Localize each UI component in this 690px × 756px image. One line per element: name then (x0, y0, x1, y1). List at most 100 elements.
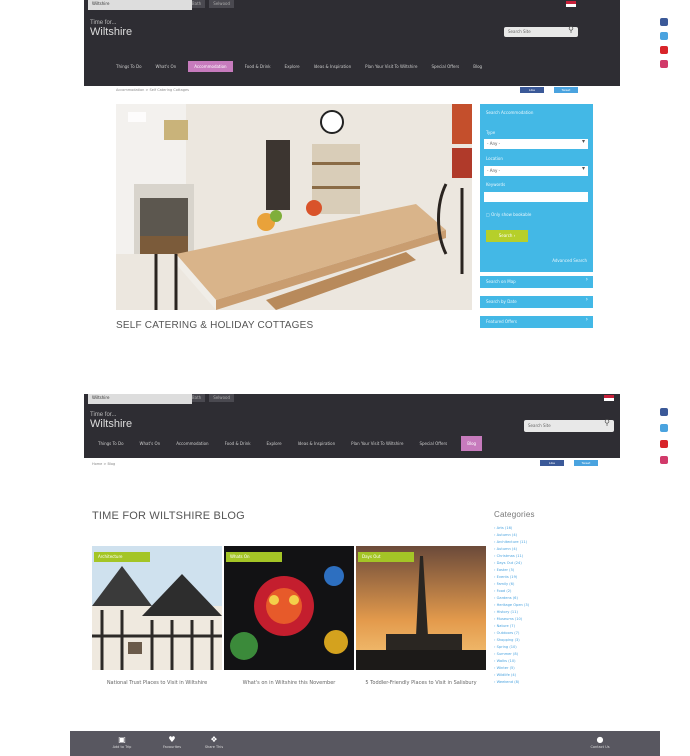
blog-card-image (356, 546, 486, 670)
blog-card-title[interactable]: National Trust Places to Visit in Wiltsh… (92, 680, 222, 687)
site-tab[interactable]: Wiltshire (88, 0, 192, 10)
share-button[interactable]: ❖ Share This (194, 735, 234, 749)
blog-card[interactable]: Whats On (224, 546, 354, 670)
youtube-icon[interactable] (660, 440, 668, 448)
category-link[interactable]: › Days Out (24) (494, 560, 594, 567)
kitchen-photo (116, 104, 472, 310)
facebook-icon[interactable] (660, 18, 668, 26)
tweet-button[interactable]: Tweet (554, 87, 578, 93)
youtube-icon[interactable] (660, 46, 668, 54)
add-to-trip-button[interactable]: ▣ Add to Trip (102, 735, 142, 749)
social-buttons: Like Tweet (520, 87, 578, 93)
tweet-button[interactable]: Tweet (574, 460, 598, 466)
search-icon[interactable]: ⚲ (568, 26, 574, 34)
chevron-right-icon: › (585, 276, 588, 283)
like-button[interactable]: Like (540, 460, 564, 466)
accordion-date[interactable]: Search by Date › (480, 296, 593, 308)
nav-item[interactable]: Food & Drink (223, 438, 253, 449)
search-button[interactable]: Search › (486, 230, 528, 242)
nav-item[interactable]: Things To Do (96, 438, 126, 449)
nav-item[interactable]: Ideas & Inspiration (312, 61, 354, 72)
category-link[interactable]: › Nature (7) (494, 623, 594, 630)
nav-item[interactable]: Things To Do (114, 61, 144, 72)
category-link[interactable]: › Food (2) (494, 588, 594, 595)
location-select[interactable]: - Any - ▾ (484, 166, 588, 176)
category-tag[interactable]: Days Out (358, 552, 414, 562)
nav-item[interactable]: What's On (138, 438, 163, 449)
search-input[interactable]: Search Site ⚲ (504, 26, 578, 37)
category-link[interactable]: › Weekend (8) (494, 679, 594, 686)
nav-item[interactable]: What's On (154, 61, 179, 72)
breadcrumb[interactable]: Home > Blog (92, 462, 115, 466)
category-link[interactable]: › Shopping (3) (494, 637, 594, 644)
favourites-button[interactable]: ♥ Favourites (152, 735, 192, 749)
instagram-icon[interactable] (660, 456, 668, 464)
search-input[interactable]: Search Site ⚲ (524, 419, 614, 432)
accordion-map[interactable]: Search on Map › (480, 276, 593, 288)
site-logo[interactable]: Time for... Wiltshire (90, 412, 132, 430)
category-link[interactable]: › Spring (10) (494, 644, 594, 651)
categories-list: › Arts (16) › Autumn (4) › Architecture (1… (494, 525, 594, 686)
category-tag[interactable]: Architecture (94, 552, 150, 562)
language-flag-icon[interactable] (604, 395, 614, 401)
blog-card[interactable]: Days Out (356, 546, 486, 670)
nav-item[interactable]: Blog (471, 61, 484, 72)
category-link[interactable]: › Autumn (4) (494, 546, 594, 553)
site-logo[interactable]: Time for... Wiltshire (90, 20, 132, 38)
advanced-search-link[interactable]: Advanced Search (552, 258, 587, 263)
nav-item[interactable]: Plan Your Visit To Wiltshire (363, 61, 419, 72)
contact-button[interactable]: ● Contact Us (580, 735, 620, 749)
type-select[interactable]: - Any - ▾ (484, 139, 588, 149)
category-link[interactable]: › Events (19) (494, 574, 594, 581)
footer-toolbar: ▣ Add to Trip ♥ Favourites ❖ Share This ● Co… (70, 731, 660, 756)
like-button[interactable]: Like (520, 87, 544, 93)
category-link[interactable]: › Summer (8) (494, 651, 594, 658)
category-link[interactable]: › Outdoors (7) (494, 630, 594, 637)
site-tab[interactable]: Selwood (209, 0, 235, 8)
category-link[interactable]: › Christmas (11) (494, 553, 594, 560)
category-link[interactable]: › Museums (10) (494, 616, 594, 623)
twitter-icon[interactable] (660, 32, 668, 40)
category-link[interactable]: › Architecture (11) (494, 539, 594, 546)
category-link[interactable]: › Walks (10) (494, 658, 594, 665)
category-link[interactable]: › Easter (5) (494, 567, 594, 574)
facebook-icon[interactable] (660, 408, 668, 416)
nav-item-active[interactable]: Accommodation (188, 60, 233, 72)
category-link[interactable]: › Heritage Open (3) (494, 602, 594, 609)
location-label: Location (486, 156, 503, 161)
nav-item[interactable]: Ideas & Inspiration (296, 438, 338, 449)
category-link[interactable]: › Family (6) (494, 581, 594, 588)
search-icon[interactable]: ⚲ (604, 419, 610, 427)
nav-item-active[interactable]: Blog (461, 435, 483, 451)
site-tab[interactable]: Wiltshire (88, 394, 192, 404)
category-link[interactable]: › History (11) (494, 609, 594, 616)
twitter-icon[interactable] (660, 424, 668, 432)
nav-item[interactable]: Special Offers (417, 438, 449, 449)
hero-image (116, 104, 472, 310)
blog-card-image (92, 546, 222, 670)
site-tab[interactable]: Selwood (209, 394, 235, 402)
keywords-input[interactable] (484, 192, 588, 202)
bookable-checkbox[interactable]: □ Only show bookable (486, 212, 531, 217)
nav-item[interactable]: Explore (265, 438, 284, 449)
category-link[interactable]: › Gardens (6) (494, 595, 594, 602)
nav-item[interactable]: Plan Your Visit To Wiltshire (349, 438, 405, 449)
blog-card-title[interactable]: 5 Toddler-Friendly Places to Visit in Sa… (356, 680, 486, 687)
accordion-offers[interactable]: Featured Offers › (480, 316, 593, 328)
nav-item[interactable]: Explore (283, 61, 302, 72)
blog-card-title[interactable]: What's on in Wiltshire this November (224, 680, 354, 687)
category-link[interactable]: › Autumn (4) (494, 532, 594, 539)
nav-item[interactable]: Food & Drink (243, 61, 273, 72)
nav-item[interactable]: Accommodation (174, 438, 210, 449)
blog-card[interactable]: Architecture (92, 546, 222, 670)
category-link[interactable]: › Wildlife (4) (494, 672, 594, 679)
language-flag-icon[interactable] (566, 1, 576, 7)
category-link[interactable]: › Arts (16) (494, 525, 594, 532)
chevron-down-icon: ▾ (581, 138, 585, 145)
nav-item[interactable]: Special Offers (429, 61, 461, 72)
chevron-down-icon: ▾ (581, 165, 585, 172)
category-link[interactable]: › Winter (5) (494, 665, 594, 672)
breadcrumb[interactable]: Accommodation > Self Catering Cottages (116, 88, 189, 92)
instagram-icon[interactable] (660, 60, 668, 68)
category-tag[interactable]: Whats On (226, 552, 282, 562)
